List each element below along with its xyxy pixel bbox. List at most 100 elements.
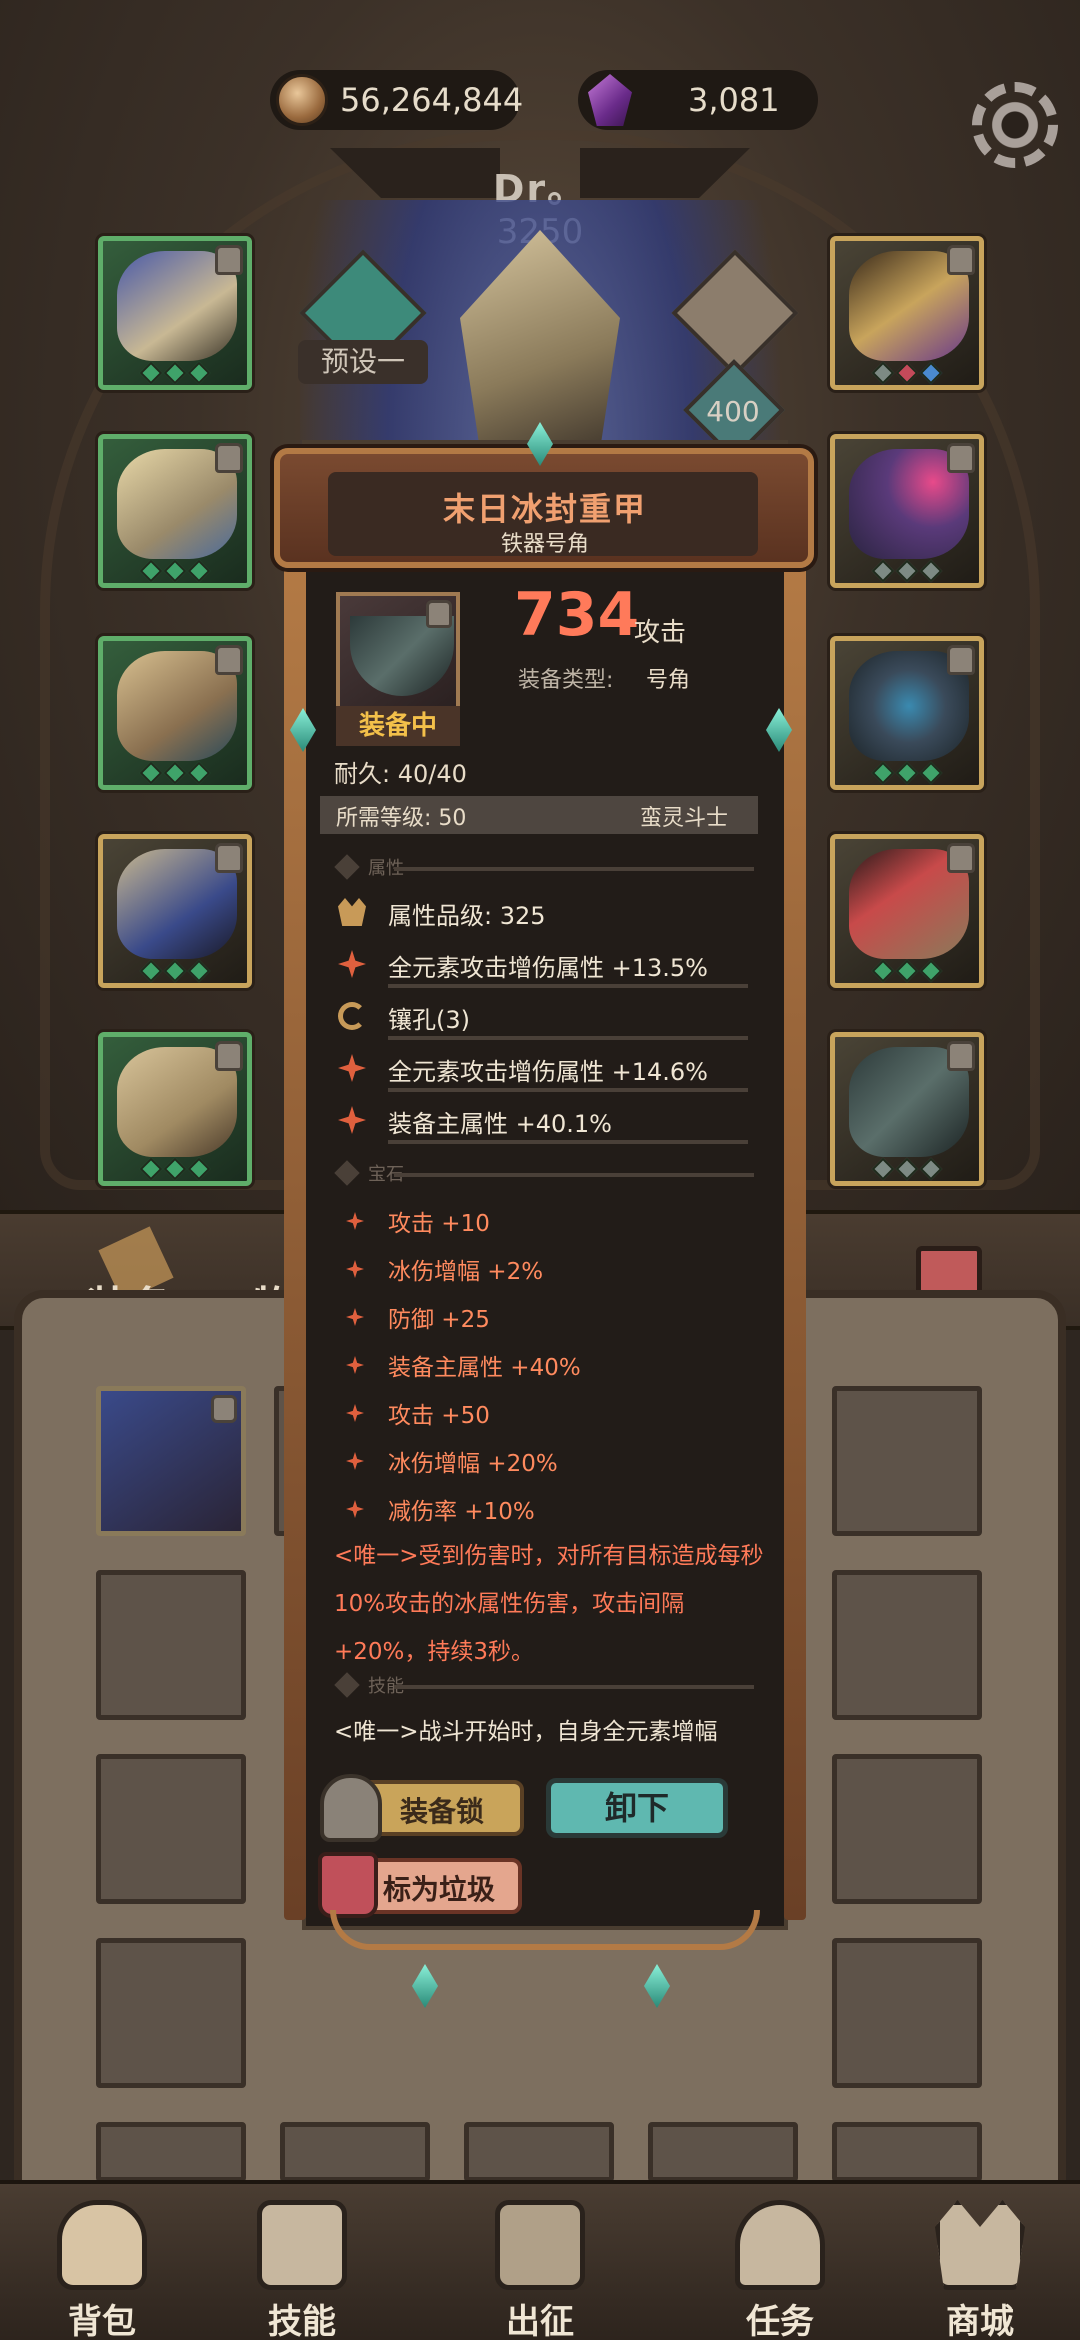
tooltip-frame-right <box>784 560 806 1920</box>
item-icon <box>336 592 460 716</box>
attribute-text: 全元素攻击增伤属性 +13.5% <box>388 954 708 982</box>
equip-type-value: 号角 <box>646 668 691 693</box>
mark-junk-button[interactable]: 标为垃圾 <box>356 1858 522 1914</box>
spark-icon <box>346 1404 364 1422</box>
lock-icon <box>426 600 452 628</box>
shop-icon <box>935 2200 1025 2290</box>
attribute-text: 装备主属性 +40.1% <box>388 1110 612 1138</box>
lock-icon <box>947 443 975 473</box>
horn-icon <box>350 616 454 696</box>
bag-cell[interactable] <box>832 2122 982 2182</box>
attribute-row: 全元素攻击增伤属性 +13.5% <box>334 944 754 988</box>
lock-icon <box>215 843 243 873</box>
lock-icon <box>947 245 975 275</box>
spark-icon <box>346 1260 364 1278</box>
attribute-text: 属性品级: 325 <box>388 902 546 930</box>
nav-expedition-label: 出征 <box>506 2302 574 2340</box>
spark-icon <box>346 1500 364 1518</box>
purple-gem-icon <box>588 74 632 126</box>
attack-unit: 攻击 <box>634 618 687 648</box>
lock-icon <box>215 1041 243 1071</box>
attribute-text: 全元素攻击增伤属性 +14.6% <box>388 1058 708 1086</box>
spark-icon <box>346 1212 364 1230</box>
bag-cell[interactable] <box>96 1570 246 1720</box>
equip-slot-helmet[interactable] <box>98 236 252 390</box>
item-subtitle: 铁器号角 <box>500 532 589 557</box>
bag-cell[interactable] <box>832 1938 982 2088</box>
gem-text: 冰伤增幅 +20% <box>388 1451 558 1477</box>
gem-text: 攻击 +50 <box>388 1403 490 1429</box>
bag-cell[interactable] <box>96 1754 246 1904</box>
equip-slot-necklace[interactable] <box>830 236 984 390</box>
nav-expedition[interactable]: 出征 <box>450 2190 630 2340</box>
equip-slot-pants[interactable] <box>98 834 252 988</box>
equip-slot-amulet[interactable] <box>830 434 984 588</box>
section-diamond-icon <box>334 854 360 880</box>
trash-icon <box>318 1852 378 1918</box>
nav-shop[interactable]: 商城 <box>890 2190 1070 2340</box>
crown-icon <box>338 898 366 926</box>
attribute-row: 装备主属性 +40.1% <box>334 1100 754 1144</box>
nav-skills[interactable]: 技能 <box>212 2190 392 2340</box>
quest-icon <box>735 2200 825 2290</box>
gem-row: 冰伤增幅 +2% <box>334 1250 754 1286</box>
spark-icon <box>338 1106 366 1134</box>
equip-lock-button[interactable]: 装备锁 <box>360 1780 524 1836</box>
gem-row: 装备主属性 +40% <box>334 1346 754 1382</box>
section-diamond-icon <box>334 1160 360 1186</box>
spark-icon <box>338 950 366 978</box>
bag-cell[interactable] <box>96 1938 246 2088</box>
equip-slot-ring[interactable] <box>830 636 984 790</box>
skill-book-icon <box>257 2200 347 2290</box>
bag-cell[interactable] <box>464 2122 614 2182</box>
gold-currency: 56,264,844 <box>270 70 524 130</box>
nav-skills-label: 技能 <box>268 2302 336 2340</box>
gem-amount: 3,081 <box>688 81 780 119</box>
attributes-section-header: 属性 <box>334 854 764 884</box>
equip-slot-shoulder[interactable] <box>98 434 252 588</box>
equip-slot-boots[interactable] <box>98 1032 252 1186</box>
lock-icon <box>211 1395 237 1423</box>
bag-cell[interactable] <box>832 1754 982 1904</box>
gem-row: 减伤率 +10% <box>334 1490 754 1526</box>
bag-item-weapon[interactable] <box>96 1386 246 1536</box>
gem-row: 攻击 +50 <box>334 1394 754 1430</box>
required-level: 所需等级: 50 <box>336 806 467 831</box>
socket-icon <box>338 1002 366 1030</box>
unique-effect-text: <唯一>受到伤害时，对所有目标造成每秒10%攻击的冰属性伤害，攻击间隔+20%，… <box>334 1543 764 1665</box>
gold-amount: 56,264,844 <box>340 81 524 119</box>
tooltip-frame-bottom <box>330 1910 760 1950</box>
gem-text: 防御 +25 <box>388 1307 490 1333</box>
lock-icon <box>947 645 975 675</box>
lock-icon <box>215 645 243 675</box>
preset-selector[interactable]: 预设一 <box>298 340 428 384</box>
gem-currency: 3,081 <box>578 70 818 130</box>
lock-icon <box>215 443 243 473</box>
equipped-tag: 装备中 <box>336 706 460 746</box>
spark-icon <box>338 1054 366 1082</box>
nav-backpack-label: 背包 <box>68 2302 136 2340</box>
equip-slot-gloves[interactable] <box>98 636 252 790</box>
bag-cell[interactable] <box>280 2122 430 2182</box>
equip-type-label: 装备类型: <box>518 668 614 693</box>
nav-quests[interactable]: 任务 <box>690 2190 870 2340</box>
equip-slot-weapon-offhand[interactable] <box>830 834 984 988</box>
attribute-row: 属性品级: 325 <box>334 892 754 936</box>
nav-shop-label: 商城 <box>946 2302 1014 2340</box>
level-badge-value: 400 <box>706 395 760 428</box>
bag-cell[interactable] <box>832 1570 982 1720</box>
tooltip-frame-left <box>284 560 306 1920</box>
bag-cell[interactable] <box>648 2122 798 2182</box>
unequip-button[interactable]: 卸下 <box>546 1778 728 1838</box>
nav-backpack[interactable]: 背包 <box>12 2190 192 2340</box>
settings-gear-icon[interactable] <box>972 82 1058 168</box>
lock-icon <box>215 245 243 275</box>
gem-text: 攻击 +10 <box>388 1211 490 1237</box>
spark-icon <box>346 1356 364 1374</box>
equip-slot-horn[interactable] <box>830 1032 984 1186</box>
bag-cell[interactable] <box>832 1386 982 1536</box>
spark-icon <box>346 1452 364 1470</box>
skills-section-header: 技能 <box>334 1672 764 1702</box>
bag-cell[interactable] <box>96 2122 246 2182</box>
spark-icon <box>346 1308 364 1326</box>
